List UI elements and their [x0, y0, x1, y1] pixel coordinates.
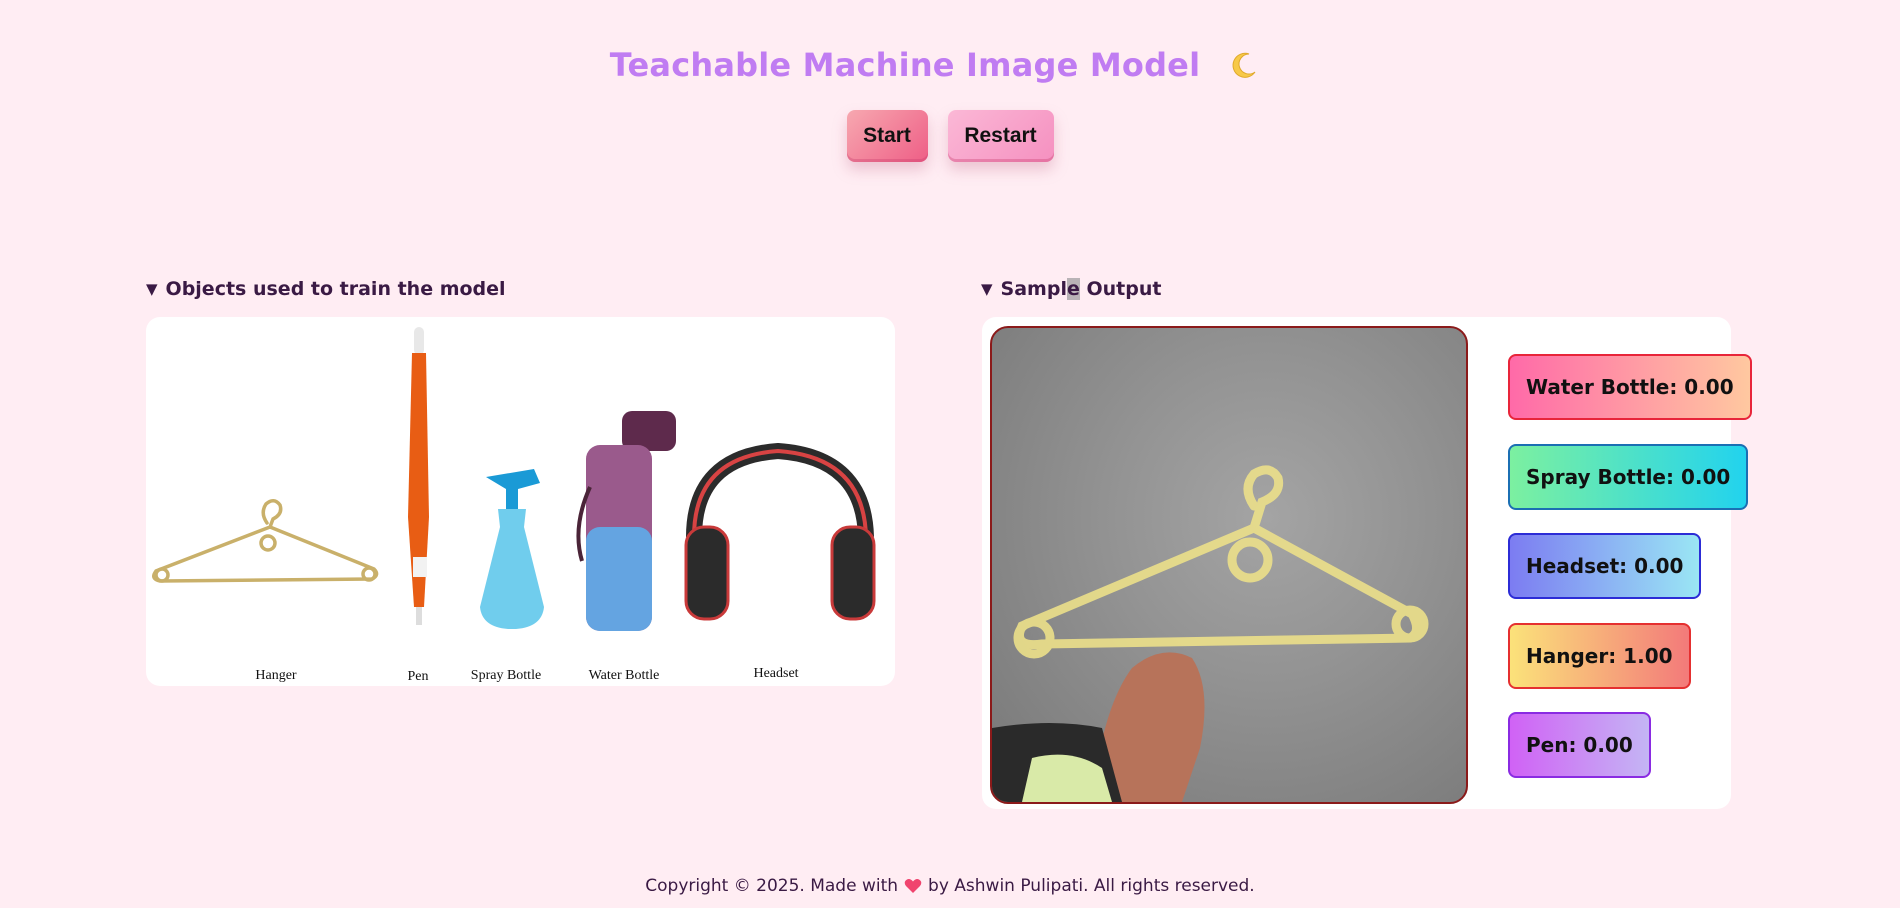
footer-text-before: Copyright © 2025. Made with [645, 876, 899, 896]
prediction-pen: Pen: 0.00 [1508, 712, 1651, 778]
headset-image [684, 442, 876, 621]
prediction-spray-bottle: Spray Bottle: 0.00 [1508, 444, 1749, 510]
prediction-headset: Headset: 0.00 [1508, 533, 1702, 599]
footer-text-after: by Ashwin Pulipati. All rights reserved. [928, 876, 1255, 896]
restart-button[interactable]: Restart [947, 110, 1054, 162]
disclosure-triangle-icon: ▼ [981, 280, 993, 298]
prediction-hanger: Hanger: 1.00 [1508, 623, 1691, 689]
object-label-headset: Headset [753, 666, 799, 681]
training-objects-image: Hanger Pen Spray Bottle Water Bottle Hea… [146, 317, 895, 686]
start-button[interactable]: Start [846, 110, 928, 162]
pen-image [408, 327, 429, 625]
heart-icon [904, 878, 922, 899]
webcam-preview [990, 326, 1468, 804]
hanger-image [152, 499, 379, 583]
page-title: Teachable Machine Image Model [609, 46, 1201, 84]
object-label-hanger: Hanger [255, 668, 297, 683]
header: Teachable Machine Image Model [0, 46, 1900, 84]
sample-output-panel: Water Bottle: 0.00 Spray Bottle: 0.00 He… [982, 317, 1752, 809]
training-objects-toggle[interactable]: ▼ Objects used to train the model [146, 278, 506, 300]
crescent-moon-icon[interactable] [1228, 49, 1260, 81]
spray-bottle-image [480, 469, 544, 629]
disclosure-triangle-icon: ▼ [146, 280, 158, 298]
training-objects-heading: Objects used to train the model [165, 278, 506, 300]
footer: Copyright © 2025. Made with by Ashwin Pul… [0, 876, 1900, 899]
water-bottle-image [576, 411, 676, 631]
object-label-spray-bottle: Spray Bottle [470, 668, 542, 683]
object-label-pen: Pen [407, 669, 429, 684]
sample-output-toggle[interactable]: ▼ Sample Output [981, 278, 1161, 300]
object-label-water-bottle: Water Bottle [588, 668, 660, 683]
prediction-water-bottle: Water Bottle: 0.00 [1508, 354, 1752, 420]
control-buttons: Start Restart [0, 110, 1900, 162]
sample-output-heading: Sample Output [1000, 278, 1162, 300]
